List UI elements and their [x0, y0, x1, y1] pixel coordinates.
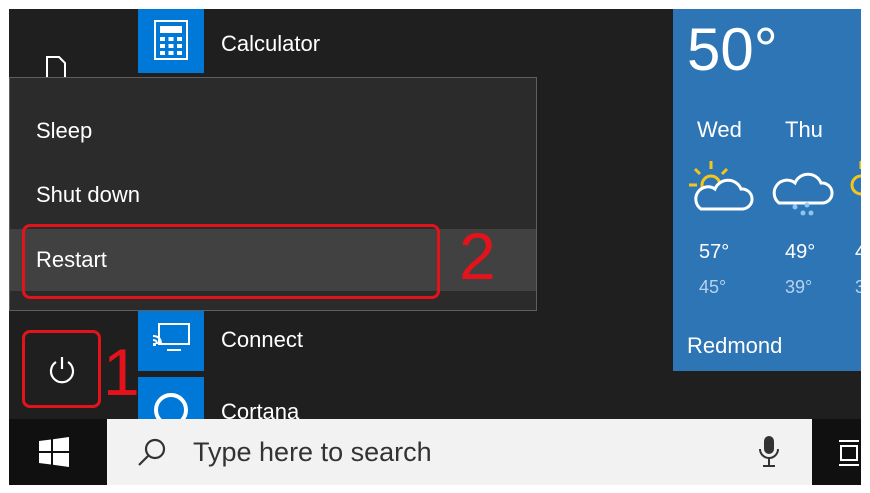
partly-sunny-icon — [689, 161, 754, 211]
start-menu-screen: Calculator Connect Cortana Sleep Shut do… — [9, 9, 861, 485]
task-view-icon[interactable] — [837, 439, 861, 467]
shut-down-menu-item[interactable]: Shut down — [10, 164, 536, 226]
weather-tile[interactable]: 50° Wed Thu 57° 49° 4 45° 39° 3 Redmond — [673, 9, 861, 371]
taskbar: Type here to search — [9, 419, 861, 485]
rain-cloud-icon — [772, 172, 834, 216]
partly-sunny-icon — [850, 161, 861, 196]
day-name-thu: Thu — [785, 117, 823, 142]
weather-location: Redmond — [687, 333, 783, 358]
day3-high-temp: 4 — [855, 241, 861, 263]
search-box[interactable]: Type here to search — [107, 419, 812, 485]
current-temperature: 50° — [687, 16, 778, 83]
day3-low-temp: 3 — [855, 277, 861, 297]
calculator-label[interactable]: Calculator — [221, 31, 320, 57]
thu-high-temp: 49° — [785, 241, 816, 263]
search-icon — [138, 438, 166, 466]
microphone-icon[interactable] — [757, 435, 781, 469]
connect-label[interactable]: Connect — [221, 327, 303, 353]
sleep-menu-item[interactable]: Sleep — [10, 100, 536, 162]
thu-low-temp: 39° — [785, 277, 813, 297]
connect-tile[interactable] — [138, 305, 204, 371]
search-placeholder: Type here to search — [193, 437, 432, 467]
calculator-tile[interactable] — [138, 9, 204, 73]
wed-low-temp: 45° — [699, 277, 727, 297]
step2-highlight-box — [22, 224, 440, 299]
windows-logo-icon — [39, 437, 69, 467]
day-name-wed: Wed — [697, 117, 742, 142]
calculator-icon — [154, 20, 188, 60]
wed-high-temp: 57° — [699, 241, 730, 263]
start-button[interactable] — [39, 437, 69, 472]
step1-highlight-box — [22, 330, 101, 408]
step1-number: 1 — [103, 335, 140, 409]
step2-number: 2 — [459, 219, 496, 293]
connect-icon — [152, 323, 190, 351]
